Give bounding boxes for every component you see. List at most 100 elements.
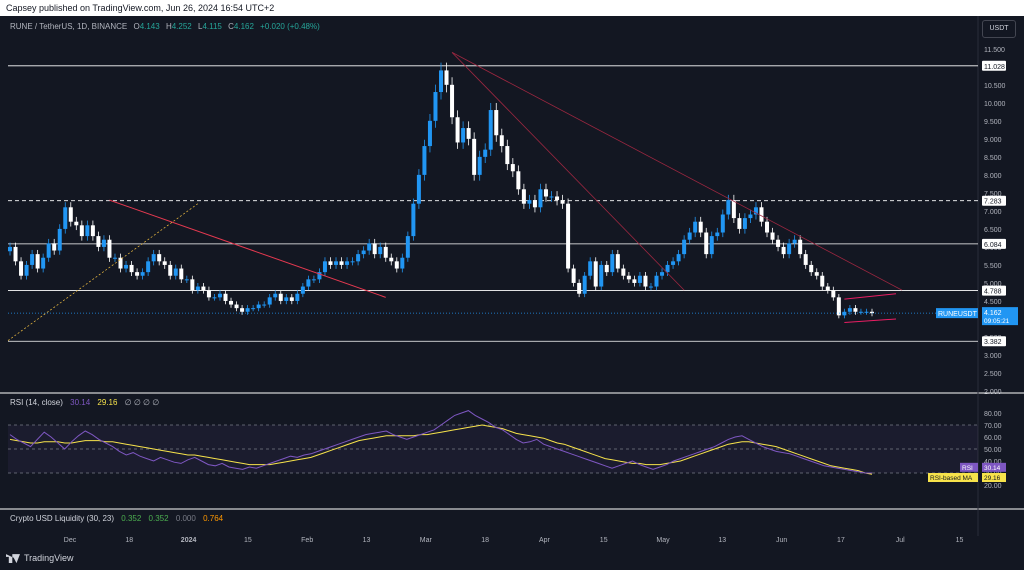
candle xyxy=(306,275,311,291)
candle-body xyxy=(527,200,532,204)
price-tick-label: 4.500 xyxy=(984,299,1002,306)
candle xyxy=(543,183,548,202)
candle xyxy=(184,275,189,284)
candle-body xyxy=(394,261,399,269)
candle xyxy=(212,294,217,301)
rsi-ma-value: 29.16 xyxy=(97,398,118,407)
candle-body xyxy=(731,200,736,219)
candle-body xyxy=(179,268,184,280)
candle-body xyxy=(687,232,692,240)
candle-body xyxy=(311,279,316,281)
liquidity-v1: 0.352 xyxy=(121,514,142,523)
rsi-tick-label: 20.00 xyxy=(984,483,1002,490)
candle xyxy=(433,84,438,128)
tradingview-footer[interactable]: TradingView xyxy=(6,553,74,564)
symbol-label[interactable]: RUNE / TetherUS, 1D, BINANCE xyxy=(10,22,127,31)
candle-body xyxy=(831,290,836,298)
candle-body xyxy=(273,293,278,298)
candle xyxy=(593,257,598,291)
candle xyxy=(206,286,211,301)
candle-body xyxy=(284,297,289,301)
candle xyxy=(516,165,521,195)
candle xyxy=(19,257,24,280)
candle xyxy=(234,301,239,312)
candle-body xyxy=(124,264,129,269)
candle xyxy=(118,253,123,273)
candle xyxy=(836,294,841,319)
candle xyxy=(704,227,709,259)
candle-body xyxy=(256,304,261,309)
candle xyxy=(46,238,51,262)
candle xyxy=(555,191,560,206)
candle-body xyxy=(57,228,62,251)
candle xyxy=(483,143,488,163)
candle-body xyxy=(240,308,245,312)
candle xyxy=(510,158,515,178)
candle xyxy=(223,290,228,305)
candle-body xyxy=(300,286,305,294)
close-value: 4.162 xyxy=(233,22,254,31)
candle xyxy=(251,305,256,312)
candle xyxy=(278,290,283,305)
candle xyxy=(112,253,117,262)
liquidity-v2: 0.352 xyxy=(148,514,169,523)
candle-body xyxy=(847,308,852,312)
candle-body xyxy=(571,268,576,283)
candle xyxy=(356,249,361,266)
candle xyxy=(273,290,278,301)
x-tick-label: Jul xyxy=(896,537,905,544)
rsi-tick-label: 60.00 xyxy=(984,435,1002,442)
candle xyxy=(825,283,830,294)
candle xyxy=(803,249,808,269)
candle-body xyxy=(461,128,466,143)
candle xyxy=(770,227,775,245)
candle xyxy=(527,194,532,209)
candle xyxy=(648,283,653,291)
candle-body xyxy=(79,225,84,237)
symbol-tag-label: RUNEUSDT xyxy=(938,311,978,318)
candle xyxy=(256,301,261,312)
candle-body xyxy=(85,225,90,237)
candle xyxy=(85,220,90,241)
candle xyxy=(599,260,604,291)
candle-body xyxy=(444,70,449,85)
candle-body xyxy=(709,236,714,255)
liquidity-title[interactable]: Crypto USD Liquidity (30, 23) xyxy=(10,514,114,523)
currency-button[interactable]: USDT xyxy=(982,20,1016,38)
x-tick-label: Mar xyxy=(420,537,433,544)
chart-canvas[interactable]: 11.50011.00010.50010.0009.5009.0008.5008… xyxy=(0,16,1024,553)
candle xyxy=(566,198,571,273)
candle-body xyxy=(792,239,797,244)
candle-body xyxy=(742,218,747,229)
candle-body xyxy=(610,254,615,273)
channel-line xyxy=(844,293,897,300)
candle-body xyxy=(251,308,256,310)
candle xyxy=(439,62,443,100)
candle-body xyxy=(555,196,560,201)
candle xyxy=(400,253,405,273)
candle-body xyxy=(157,254,162,262)
candle-body xyxy=(715,232,720,237)
candle xyxy=(776,235,781,252)
rsi-title[interactable]: RSI (14, close) xyxy=(10,398,63,407)
candle-body xyxy=(472,138,477,175)
candle xyxy=(146,257,151,276)
candle-body xyxy=(532,200,537,208)
candle-body xyxy=(599,264,604,287)
candle-body xyxy=(643,275,648,287)
candle xyxy=(90,220,95,241)
candle xyxy=(610,249,615,276)
candle xyxy=(311,275,316,284)
candle-body xyxy=(162,261,167,265)
candle-body xyxy=(803,254,808,265)
candle xyxy=(101,235,106,252)
candle xyxy=(643,271,648,291)
candle xyxy=(416,169,421,209)
candle xyxy=(328,257,333,269)
candle-body xyxy=(842,311,847,316)
candle-body xyxy=(439,70,443,93)
candle xyxy=(781,242,786,259)
candle xyxy=(654,271,659,291)
liquidity-v3: 0.000 xyxy=(175,514,196,523)
candle-body xyxy=(615,254,620,269)
